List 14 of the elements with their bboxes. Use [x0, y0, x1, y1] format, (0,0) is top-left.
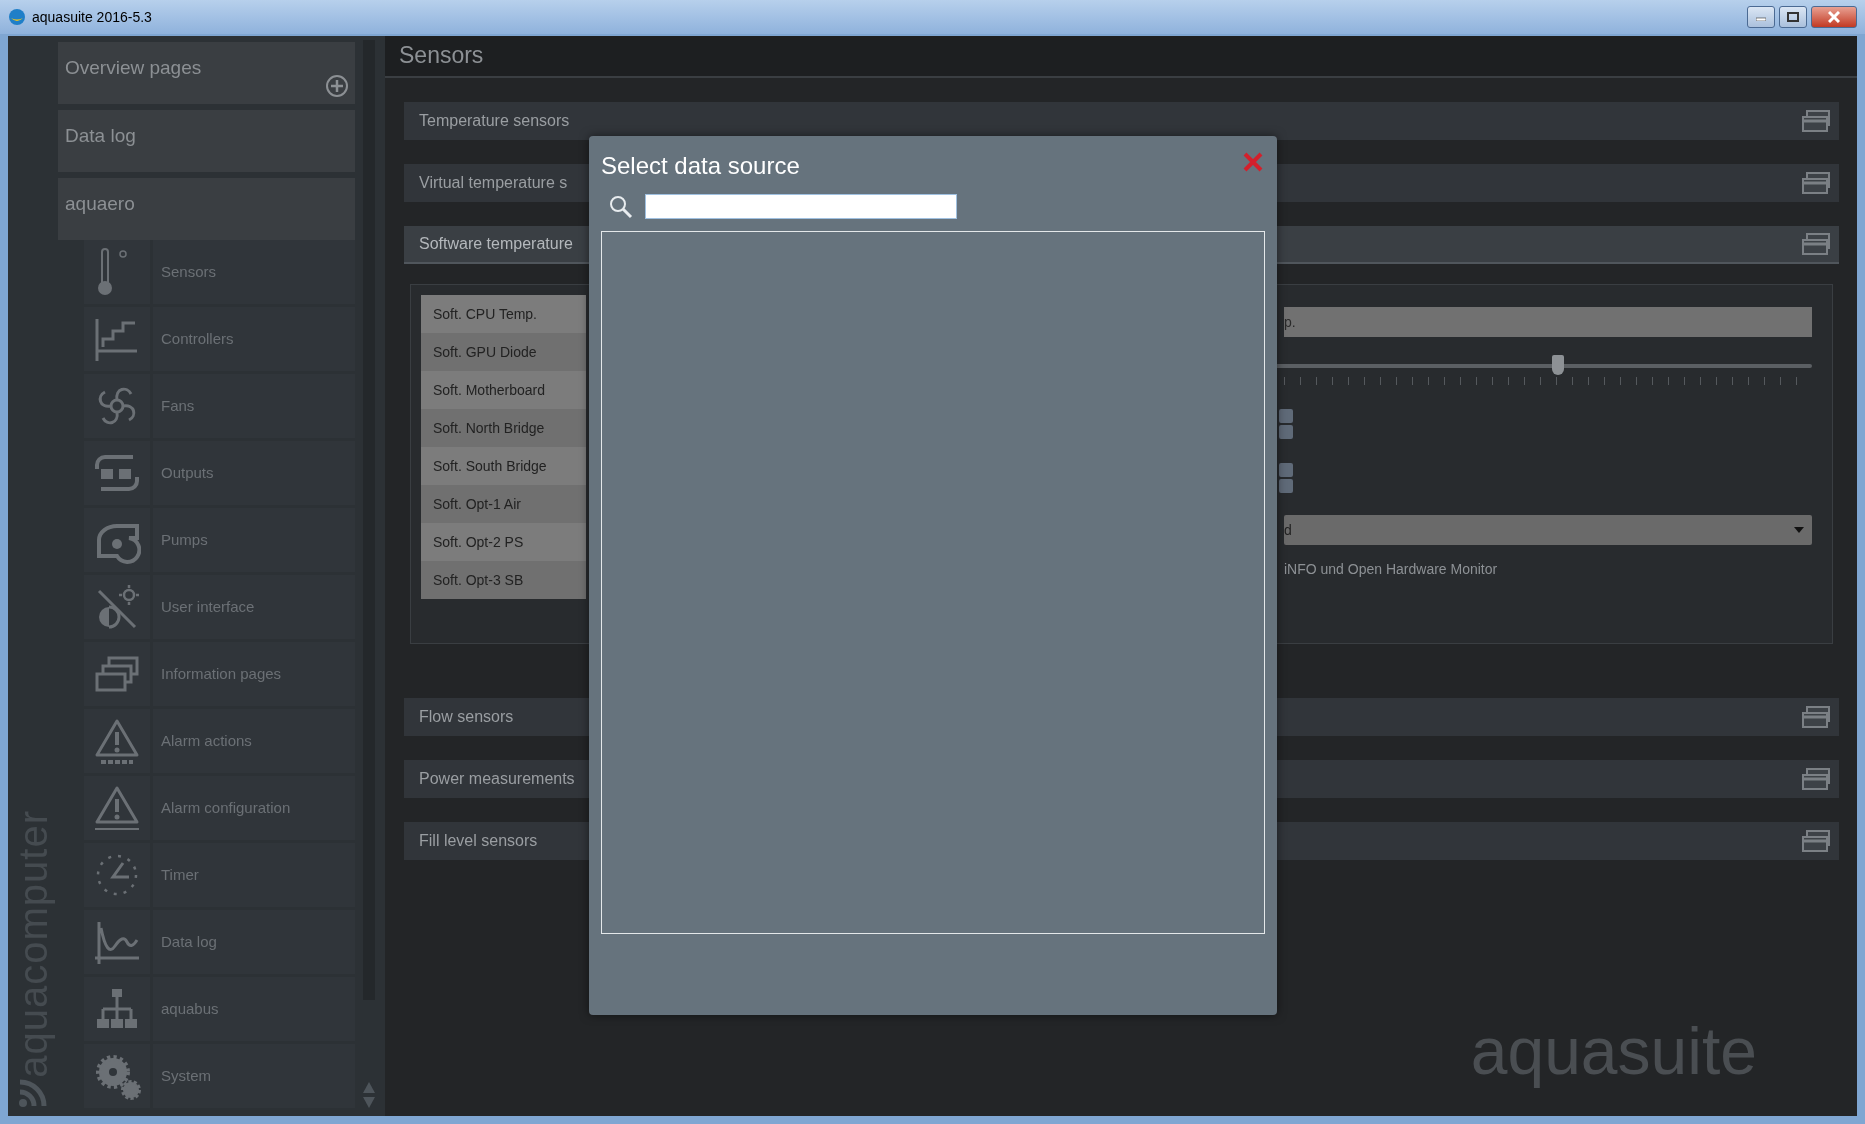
section-title: Fill level sensors — [419, 831, 538, 851]
note-text: iNFO und Open Hardware Monitor — [1284, 560, 1499, 579]
window-title: aquasuite 2016-5.3 — [32, 7, 152, 27]
section-title: Temperature sensors — [419, 111, 570, 131]
page-label: Data log — [65, 125, 136, 146]
page-label: aquaero — [65, 193, 135, 214]
page-label: Overview pages — [65, 57, 202, 78]
dropdown-value: d — [1284, 520, 1292, 540]
section-title: Virtual temperature s — [419, 173, 568, 193]
section-title: Flow sensors — [419, 707, 514, 727]
dialog-title: Select data source — [601, 151, 800, 181]
section-title: Power measurements — [419, 769, 575, 789]
page-title: Sensors — [385, 36, 1857, 78]
section-title: Software temperature — [419, 234, 573, 254]
